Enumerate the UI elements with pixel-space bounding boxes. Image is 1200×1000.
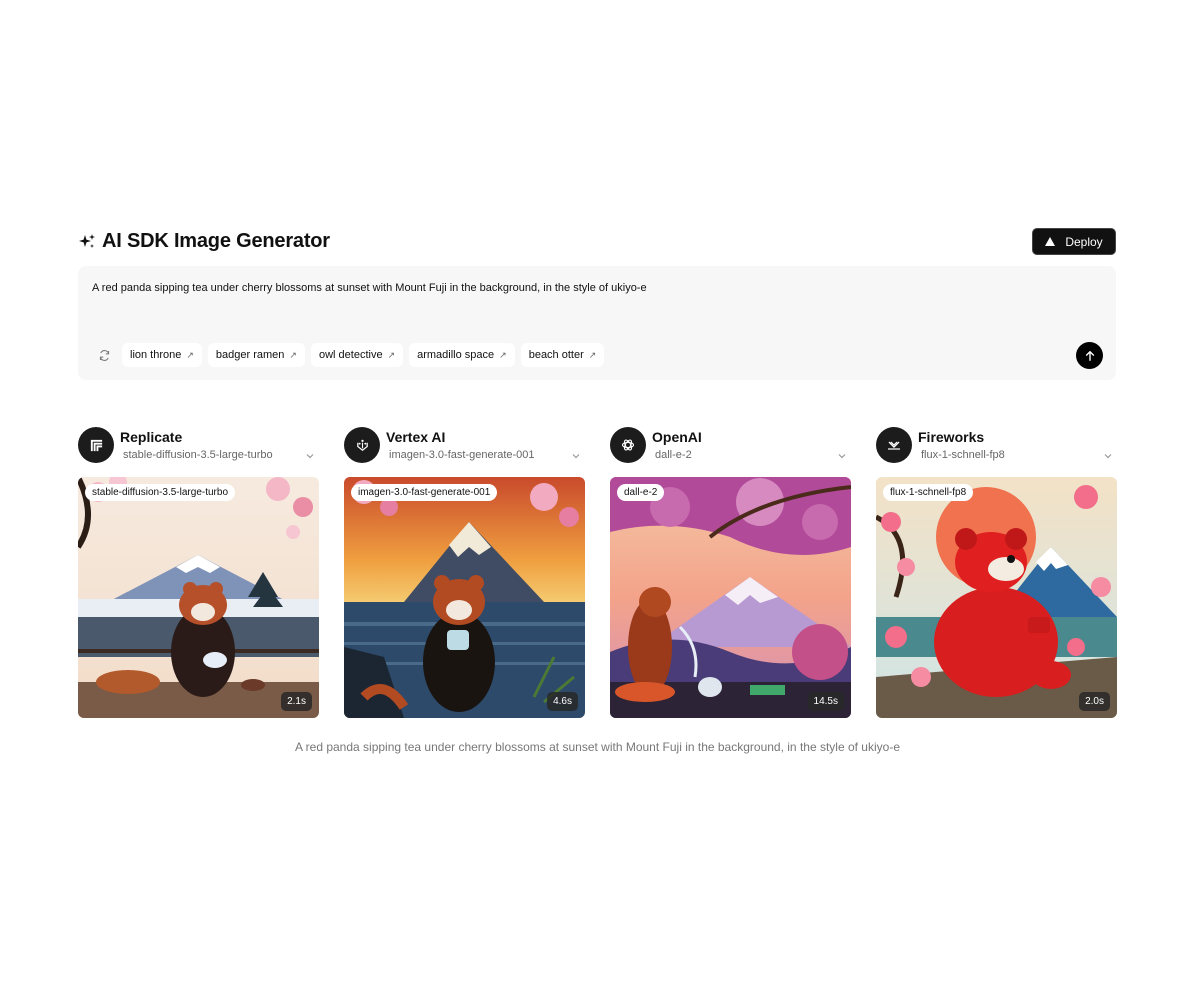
suggestion-label: beach otter bbox=[528, 349, 584, 361]
prompt-caption: A red panda sipping tea under cherry blo… bbox=[294, 740, 900, 754]
provider-header: Fireworks flux-1-schnell-fp8 bbox=[876, 426, 1117, 466]
suggestion-chip[interactable]: badger ramen ↗ bbox=[207, 343, 305, 367]
suggestion-chip[interactable]: armadillo space ↗ bbox=[409, 343, 515, 367]
refresh-suggestions-button[interactable] bbox=[92, 343, 116, 367]
provider-grid: Replicate stable-diffusion-3.5-large-tur… bbox=[78, 426, 1118, 718]
provider-card-openai: OpenAI dall-e-2 dall-e-2 14.5s bbox=[610, 426, 851, 718]
chevron-down-icon[interactable] bbox=[837, 451, 847, 461]
provider-name: Fireworks bbox=[918, 429, 985, 445]
time-badge: 4.6s bbox=[547, 692, 578, 711]
sparkles-icon bbox=[78, 233, 96, 251]
provider-name: OpenAI bbox=[652, 429, 702, 445]
arrow-up-icon bbox=[1085, 350, 1094, 361]
arrow-up-right-icon: ↗ bbox=[499, 349, 507, 360]
generated-image: dall-e-2 14.5s bbox=[610, 477, 851, 718]
replicate-logo-icon bbox=[78, 427, 114, 463]
provider-name: Vertex AI bbox=[386, 429, 446, 445]
app-header: AI SDK Image Generator Deploy bbox=[78, 228, 1116, 256]
suggestion-chip[interactable]: beach otter ↗ bbox=[520, 343, 605, 367]
chevron-down-icon[interactable] bbox=[305, 451, 315, 461]
time-badge: 2.0s bbox=[1079, 692, 1110, 711]
vertex-ai-logo-icon bbox=[344, 427, 380, 463]
page-title: AI SDK Image Generator bbox=[102, 230, 330, 252]
suggestion-chip[interactable]: lion throne ↗ bbox=[122, 343, 202, 367]
model-badge: imagen-3.0-fast-generate-001 bbox=[351, 484, 498, 501]
chevron-down-icon[interactable] bbox=[571, 451, 581, 461]
openai-logo-icon bbox=[610, 427, 646, 463]
model-select[interactable]: imagen-3.0-fast-generate-001 bbox=[389, 449, 554, 461]
time-badge: 2.1s bbox=[281, 692, 312, 711]
suggestion-label: badger ramen bbox=[215, 349, 285, 361]
chevron-down-icon[interactable] bbox=[1103, 451, 1113, 461]
provider-card-fireworks: Fireworks flux-1-schnell-fp8 flux-1-schn… bbox=[876, 426, 1117, 718]
model-select[interactable]: flux-1-schnell-fp8 bbox=[921, 449, 1086, 461]
prompt-input-box[interactable]: A red panda sipping tea under cherry blo… bbox=[78, 266, 1116, 380]
arrow-up-right-icon: ↗ bbox=[289, 349, 297, 360]
suggestion-label: armadillo space bbox=[417, 349, 495, 361]
provider-header: Vertex AI imagen-3.0-fast-generate-001 bbox=[344, 426, 585, 466]
generated-image: flux-1-schnell-fp8 2.0s bbox=[876, 477, 1117, 718]
provider-card-vertex-ai: Vertex AI imagen-3.0-fast-generate-001 i… bbox=[344, 426, 585, 718]
prompt-input[interactable]: A red panda sipping tea under cherry blo… bbox=[92, 282, 647, 294]
title-group: AI SDK Image Generator bbox=[78, 230, 330, 253]
submit-button[interactable] bbox=[1076, 342, 1103, 369]
provider-name: Replicate bbox=[120, 429, 183, 445]
time-badge: 14.5s bbox=[807, 692, 844, 711]
provider-header: Replicate stable-diffusion-3.5-large-tur… bbox=[78, 426, 319, 466]
provider-header: OpenAI dall-e-2 bbox=[610, 426, 851, 466]
model-select[interactable]: dall-e-2 bbox=[655, 449, 820, 461]
model-badge: dall-e-2 bbox=[617, 484, 665, 501]
refresh-icon bbox=[99, 349, 109, 361]
provider-card-replicate: Replicate stable-diffusion-3.5-large-tur… bbox=[78, 426, 319, 718]
model-badge: stable-diffusion-3.5-large-turbo bbox=[85, 484, 236, 501]
suggestion-label: owl detective bbox=[318, 349, 383, 361]
fireworks-logo-icon bbox=[876, 427, 912, 463]
deploy-label: Deploy bbox=[1065, 234, 1103, 249]
model-badge: flux-1-schnell-fp8 bbox=[883, 484, 974, 501]
arrow-up-right-icon: ↗ bbox=[387, 349, 396, 360]
model-select[interactable]: stable-diffusion-3.5-large-turbo bbox=[123, 449, 288, 461]
vercel-triangle-icon bbox=[1045, 237, 1056, 246]
arrow-up-right-icon: ↗ bbox=[588, 349, 597, 360]
deploy-button[interactable]: Deploy bbox=[1032, 228, 1116, 255]
suggestion-chips: lion throne ↗ badger ramen ↗ owl detective… bbox=[92, 343, 605, 367]
suggestion-label: lion throne bbox=[130, 349, 182, 361]
arrow-up-right-icon: ↗ bbox=[186, 349, 194, 360]
generated-image: imagen-3.0-fast-generate-001 4.6s bbox=[344, 477, 585, 718]
generated-image: stable-diffusion-3.5-large-turbo 2.1s bbox=[78, 477, 319, 718]
suggestion-chip[interactable]: owl detective ↗ bbox=[310, 343, 404, 367]
